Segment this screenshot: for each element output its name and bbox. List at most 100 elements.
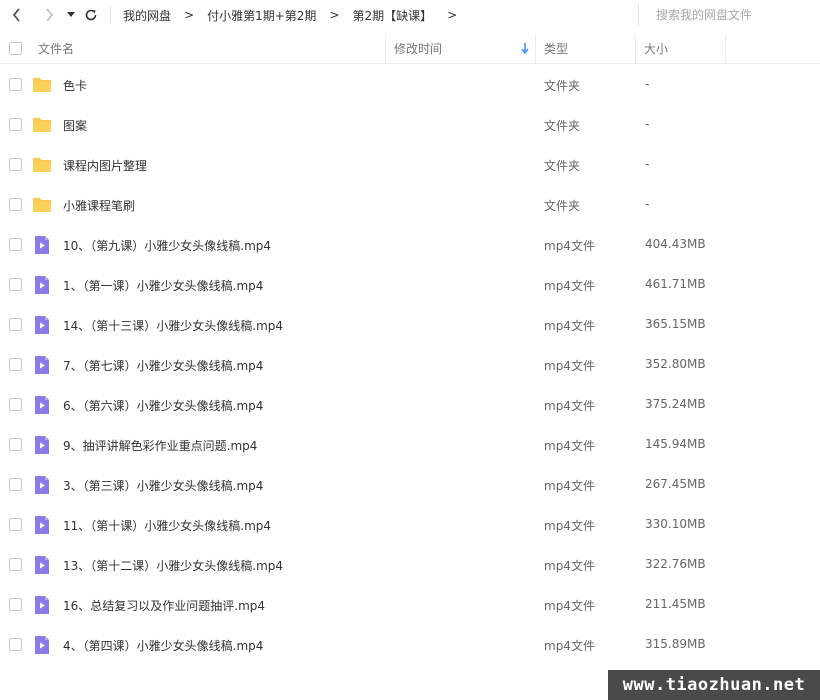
file-type: mp4文件 [544,519,595,533]
file-row[interactable]: 7、（第七课）小雅少女头像线稿.mp4 mp4文件 352.80MB [0,345,820,385]
row-checkbox[interactable] [9,158,22,171]
row-checkbox[interactable] [9,518,22,531]
video-file-icon [32,235,52,255]
file-name[interactable]: 色卡 [63,77,87,94]
file-row[interactable]: 3、（第三课）小雅少女头像线稿.mp4 mp4文件 267.45MB [0,465,820,505]
row-checkbox[interactable] [9,478,22,491]
video-file-icon [32,395,52,415]
chevron-right-icon [46,8,54,22]
file-size: 365.15MB [645,317,706,331]
divider [110,6,111,24]
row-checkbox[interactable] [9,118,22,131]
file-row[interactable]: 1、（第一课）小雅少女头像线稿.mp4 mp4文件 461.71MB [0,265,820,305]
row-checkbox[interactable] [9,638,22,651]
breadcrumb-item-current[interactable]: 第2期【缺课】 [352,7,432,24]
file-size: 352.80MB [645,357,706,371]
video-file-icon [32,475,52,495]
file-name[interactable]: 11、（第十课）小雅少女头像线稿.mp4 [63,517,271,534]
file-row[interactable]: 13、（第十二课）小雅少女头像线稿.mp4 mp4文件 322.76MB [0,545,820,585]
breadcrumb-item-home[interactable]: 我的网盘 [123,7,171,24]
breadcrumb-item-parent[interactable]: 付小雅第1期+第2期 [207,7,316,24]
file-type: mp4文件 [544,479,595,493]
row-checkbox[interactable] [9,438,22,451]
file-row[interactable]: 色卡 文件夹 - [0,65,820,105]
file-size: 375.24MB [645,397,706,411]
row-checkbox[interactable] [9,598,22,611]
file-size: 315.89MB [645,637,706,651]
file-name[interactable]: 6、（第六课）小雅少女头像线稿.mp4 [63,397,263,414]
row-checkbox[interactable] [9,558,22,571]
folder-icon [32,195,52,215]
file-type: mp4文件 [544,559,595,573]
column-header-modified[interactable]: 修改时间 [386,33,536,64]
file-name[interactable]: 图案 [63,117,87,134]
file-type: mp4文件 [544,239,595,253]
file-name[interactable]: 3、（第三课）小雅少女头像线稿.mp4 [63,477,263,494]
row-checkbox[interactable] [9,78,22,91]
file-size: - [645,77,650,91]
file-row[interactable]: 16、总结复习以及作业问题抽评.mp4 mp4文件 211.45MB [0,585,820,625]
file-row[interactable]: 10、（第九课）小雅少女头像线稿.mp4 mp4文件 404.43MB [0,225,820,265]
column-header-type[interactable]: 类型 [536,33,636,64]
select-all-checkbox[interactable] [9,42,22,55]
refresh-icon [85,9,97,21]
file-list-header: 文件名 修改时间 类型 大小 [0,33,820,64]
file-row[interactable]: 课程内图片整理 文件夹 - [0,145,820,185]
file-row[interactable]: 小雅课程笔刷 文件夹 - [0,185,820,225]
video-file-icon [32,435,52,455]
folder-icon [32,75,52,95]
file-name[interactable]: 16、总结复习以及作业问题抽评.mp4 [63,597,265,614]
file-type: mp4文件 [544,319,595,333]
row-checkbox[interactable] [9,278,22,291]
file-size: 267.45MB [645,477,706,491]
refresh-button[interactable] [80,4,102,26]
video-file-icon [32,275,52,295]
history-dropdown-button[interactable] [64,4,78,26]
file-name[interactable]: 9、抽评讲解色彩作业重点问题.mp4 [63,437,257,454]
file-row[interactable]: 11、（第十课）小雅少女头像线稿.mp4 mp4文件 330.10MB [0,505,820,545]
file-name[interactable]: 13、（第十二课）小雅少女头像线稿.mp4 [63,557,283,574]
file-size: 145.94MB [645,437,706,451]
breadcrumb: 我的网盘 > 付小雅第1期+第2期 > 第2期【缺课】 > [123,7,470,24]
forward-button[interactable] [38,4,60,26]
chevron-left-icon [12,8,20,22]
search-input[interactable] [656,8,806,22]
video-file-icon [32,595,52,615]
file-name[interactable]: 10、（第九课）小雅少女头像线稿.mp4 [63,237,271,254]
row-checkbox[interactable] [9,398,22,411]
file-row[interactable]: 14、（第十三课）小雅少女头像线稿.mp4 mp4文件 365.15MB [0,305,820,345]
video-file-icon [32,555,52,575]
file-list: 色卡 文件夹 - 图案 文件夹 - 课程内图片整理 文件夹 - 小雅课程笔刷 文件夹 -10、（第九课… [0,65,820,665]
back-button[interactable] [6,4,28,26]
file-row[interactable]: 图案 文件夹 - [0,105,820,145]
file-type: 文件夹 [544,119,581,133]
file-name[interactable]: 小雅课程笔刷 [63,197,135,214]
file-size: 330.10MB [645,517,706,531]
file-type: mp4文件 [544,279,595,293]
file-name[interactable]: 14、（第十三课）小雅少女头像线稿.mp4 [63,317,283,334]
row-checkbox[interactable] [9,198,22,211]
file-size: - [645,117,650,131]
file-name[interactable]: 1、（第一课）小雅少女头像线稿.mp4 [63,277,263,294]
column-header-name-label: 文件名 [38,42,75,56]
file-row[interactable]: 6、（第六课）小雅少女头像线稿.mp4 mp4文件 375.24MB [0,385,820,425]
row-checkbox[interactable] [9,358,22,371]
file-name[interactable]: 7、（第七课）小雅少女头像线稿.mp4 [63,357,263,374]
file-type: 文件夹 [544,199,581,213]
column-header-name[interactable]: 文件名 [30,33,386,64]
file-row[interactable]: 9、抽评讲解色彩作业重点问题.mp4 mp4文件 145.94MB [0,425,820,465]
folder-icon [32,115,52,135]
row-checkbox[interactable] [9,318,22,331]
breadcrumb-expand-icon[interactable]: > [447,8,457,22]
file-type: 文件夹 [544,79,581,93]
top-navigation-bar: 我的网盘 > 付小雅第1期+第2期 > 第2期【缺课】 > [0,0,820,30]
sort-descending-icon [521,42,529,54]
row-checkbox[interactable] [9,238,22,251]
file-name[interactable]: 4、（第四课）小雅少女头像线稿.mp4 [63,637,263,654]
file-name[interactable]: 课程内图片整理 [63,157,147,174]
breadcrumb-separator-icon: > [329,8,340,22]
file-row[interactable]: 4、（第四课）小雅少女头像线稿.mp4 mp4文件 315.89MB [0,625,820,665]
column-header-size[interactable]: 大小 [636,33,726,64]
file-type: mp4文件 [544,639,595,653]
file-size: 322.76MB [645,557,706,571]
